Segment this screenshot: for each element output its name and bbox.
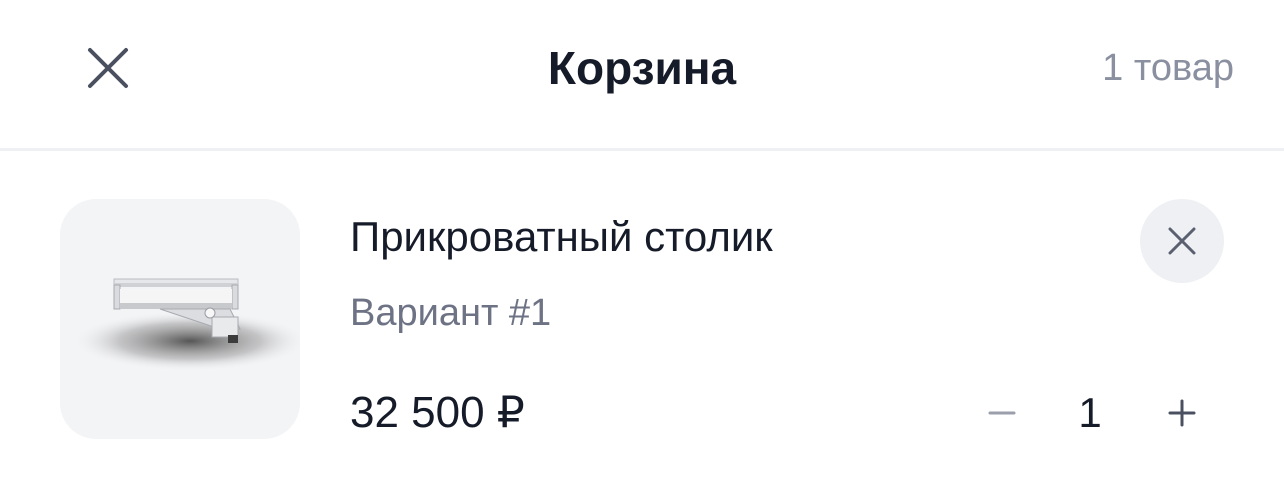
cart-header: Корзина 1 товар (0, 0, 1284, 151)
product-price: 32 500 ₽ (350, 388, 525, 437)
product-image[interactable] (60, 199, 300, 439)
item-count: 1 товар (1102, 47, 1234, 89)
quantity-value: 1 (1078, 389, 1102, 436)
close-icon (1168, 227, 1196, 255)
plus-icon (1168, 399, 1196, 427)
remove-item-button[interactable] (1140, 199, 1224, 283)
product-variant: Вариант #1 (350, 292, 552, 334)
page-title: Корзина (547, 42, 737, 94)
quantity-stepper: 1 (980, 383, 1220, 443)
increase-quantity-button[interactable] (1162, 393, 1202, 433)
cart-item: Прикроватный столик Вариант #1 32 500 ₽ … (0, 151, 1284, 485)
minus-icon (988, 411, 1016, 415)
decrease-quantity-button[interactable] (982, 393, 1022, 433)
bedside-table-image (72, 278, 300, 371)
product-name[interactable]: Прикроватный столик (350, 209, 773, 265)
